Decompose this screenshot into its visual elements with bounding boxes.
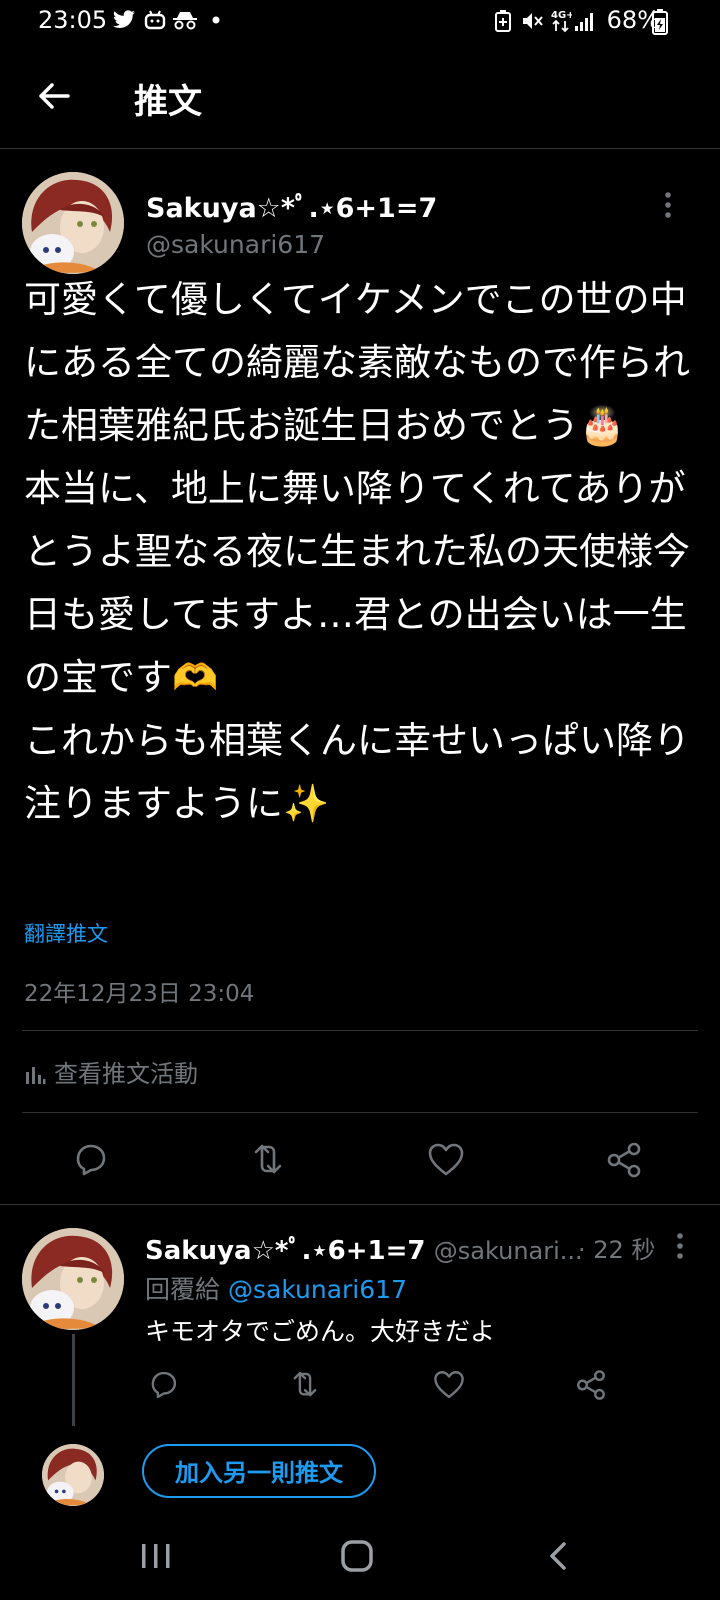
page-title: 推文 xyxy=(134,82,202,122)
author-handle[interactable]: @sakunari617 xyxy=(146,230,325,259)
divider xyxy=(22,1112,698,1113)
recent-apps-icon[interactable] xyxy=(136,1536,176,1576)
avatar[interactable] xyxy=(22,1228,124,1330)
reply-author-handle: @sakunari... xyxy=(433,1237,583,1265)
mute-icon xyxy=(520,10,544,32)
app-icon xyxy=(144,10,166,30)
like-heart-icon[interactable] xyxy=(432,1368,466,1402)
signal-icon xyxy=(574,10,598,32)
back-icon[interactable] xyxy=(540,1536,580,1576)
add-another-tweet-button[interactable]: 加入另一則推文 xyxy=(142,1444,376,1498)
4g-icon: 4G+ xyxy=(550,8,572,34)
reply-to-prefix: 回覆給 xyxy=(145,1275,221,1304)
twitter-icon xyxy=(112,10,136,30)
reply-author-name: Sakuya☆*ﾟ.⋆6+1=7 xyxy=(145,1236,426,1266)
more-options-icon[interactable] xyxy=(676,1232,684,1260)
reply-time: · 22 秒 xyxy=(578,1236,656,1264)
top-app-bar: 推文 xyxy=(0,48,720,149)
tweet-timestamp: 22年12月23日 23:04 xyxy=(24,981,255,1007)
reply-author[interactable]: Sakuya☆*ﾟ.⋆6+1=7 @sakunari... xyxy=(145,1230,583,1267)
thread-connector-line xyxy=(72,1334,75,1426)
avatar[interactable] xyxy=(22,172,124,274)
status-bar: 23:05 4G+ 68% xyxy=(0,0,720,48)
svg-text:4G+: 4G+ xyxy=(551,10,572,21)
retweet-icon[interactable] xyxy=(248,1140,288,1180)
tweet-body: 可愛くて優しくてイケメンでこの世の中にある全ての綺麗な素敵なもので作られた相葉雅… xyxy=(24,278,690,825)
analytics-icon xyxy=(24,1064,46,1086)
share-icon[interactable] xyxy=(574,1368,608,1402)
share-icon[interactable] xyxy=(604,1140,644,1180)
more-options-icon[interactable] xyxy=(664,190,672,220)
reply-to-handle-link[interactable]: @sakunari617 xyxy=(228,1275,407,1304)
incognito-icon xyxy=(172,10,198,30)
system-navigation-bar xyxy=(0,1500,720,1600)
replying-to: 回覆給 @sakunari617 xyxy=(145,1270,407,1306)
avatar xyxy=(42,1444,104,1506)
retweet-icon[interactable] xyxy=(288,1368,322,1402)
home-icon[interactable] xyxy=(338,1536,378,1576)
reply-body: キモオタでごめん。大好きだよ xyxy=(145,1317,496,1346)
translate-tweet-link[interactable]: 翻譯推文 xyxy=(24,918,108,948)
back-arrow-icon[interactable] xyxy=(34,76,74,116)
view-tweet-activity[interactable]: 查看推文活動 xyxy=(24,1054,198,1089)
reply-icon[interactable] xyxy=(70,1140,110,1180)
reply-icon[interactable] xyxy=(146,1368,180,1402)
battery-saver-icon xyxy=(494,10,512,32)
like-heart-icon[interactable] xyxy=(426,1140,466,1180)
view-tweet-activity-label: 查看推文活動 xyxy=(54,1060,198,1088)
battery-icon xyxy=(652,9,668,35)
dot-icon xyxy=(212,16,220,24)
status-time: 23:05 xyxy=(38,6,108,34)
author-name[interactable]: Sakuya☆*ﾟ.⋆6+1=7 xyxy=(146,186,437,225)
divider xyxy=(0,1204,720,1205)
divider xyxy=(22,1030,698,1031)
